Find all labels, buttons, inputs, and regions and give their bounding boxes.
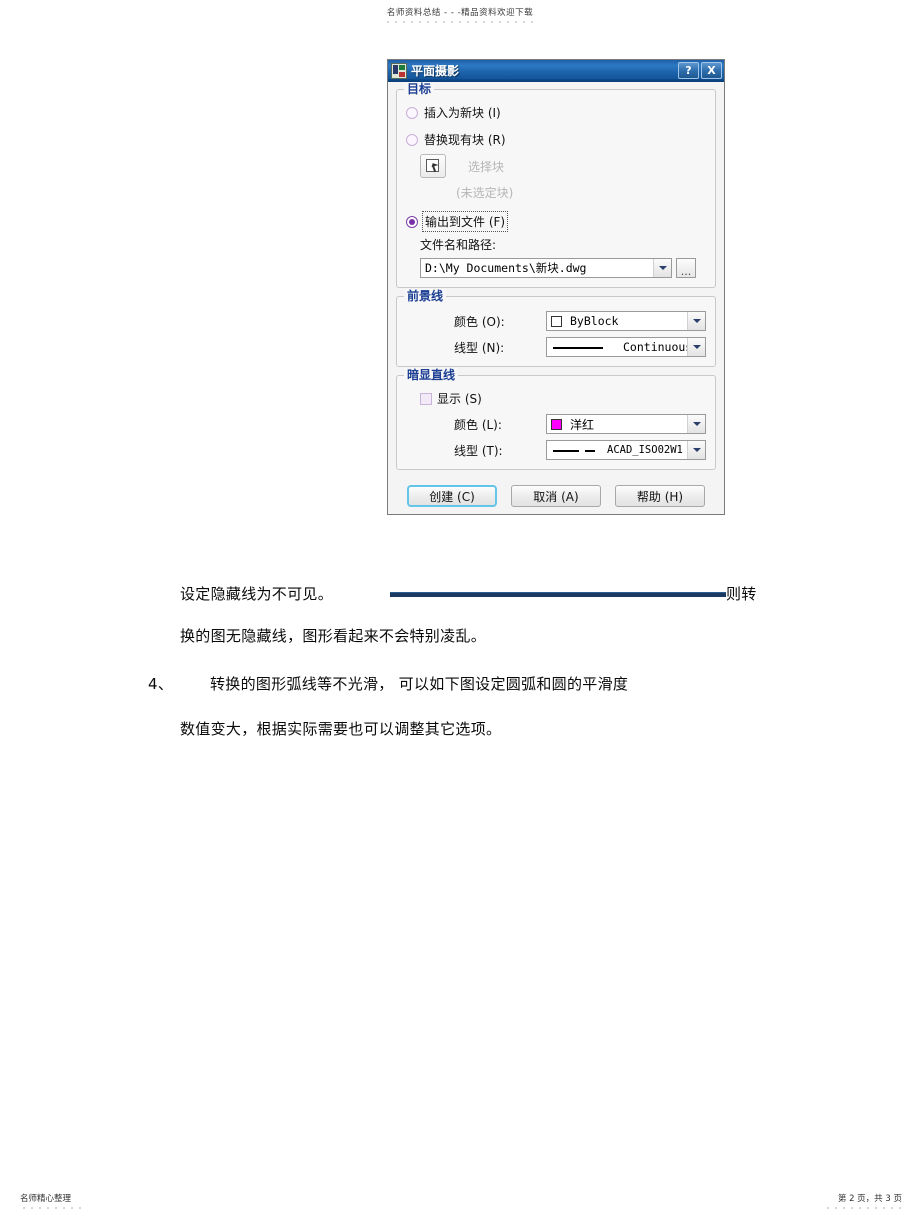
radio-icon-export-to-file[interactable] (406, 215, 418, 228)
body-line-2: 换的图无隐藏线，图形看起来不会特别凌乱。 (180, 627, 487, 645)
chevron-down-icon-obscured-linetype[interactable] (687, 441, 705, 459)
radio-label-insert-as-new-block: 插入为新块 (I) (424, 106, 501, 120)
filename-row: D:\My Documents\新块.dwg ... (420, 258, 706, 278)
body-line-1-tail: 则转 (726, 585, 757, 603)
obscured-show-row[interactable]: 显示 (S) (420, 390, 706, 407)
create-button[interactable]: 创建 (C) (407, 485, 497, 507)
obscured-linetype-row: 线型 (T): ACAD_ISO02W1 (406, 440, 706, 460)
radio-replace-existing-block[interactable]: 替换现有块 (R) (406, 131, 706, 148)
list-item-4-line-1: 转换的图形弧线等不光滑， 可以如下图设定圆弧和圆的平滑度 (210, 675, 629, 693)
obscured-color-label: 颜色 (L): (454, 417, 502, 432)
obscured-linetype-combo[interactable]: ACAD_ISO02W1 (546, 440, 706, 460)
page-header: 名师资料总结 - - -精品资料欢迎下载 (0, 6, 920, 24)
page-footer-left-text: 名师精心整理 (20, 1194, 72, 1204)
linetype-sample-continuous-icon (553, 342, 615, 352)
foreground-lines-group-label: 前景线 (404, 289, 447, 303)
help-button[interactable]: ? (678, 62, 699, 79)
navy-horizontal-rule (390, 592, 726, 597)
obscured-linetype-value: ACAD_ISO02W1 (607, 444, 683, 456)
radio-insert-as-new-block[interactable]: 插入为新块 (I) (406, 104, 706, 121)
foreground-linetype-label: 线型 (N): (454, 340, 505, 355)
no-block-selected-row: (未选定块) (456, 184, 706, 201)
chevron-down-icon-foreground-linetype[interactable] (687, 338, 705, 356)
page-header-dotted-rule (385, 20, 535, 24)
radio-label-replace-existing-block: 替换现有块 (R) (424, 133, 506, 147)
chevron-down-icon-foreground-color[interactable] (687, 312, 705, 330)
chevron-down-icon-filename[interactable] (653, 259, 671, 277)
obscured-color-row: 颜色 (L): 洋红 (406, 414, 706, 434)
filename-input[interactable]: D:\My Documents\新块.dwg (421, 260, 653, 276)
color-swatch-icon-foreground (551, 315, 562, 327)
select-block-label: 选择块 (468, 159, 505, 174)
linetype-sample-dashed-icon (553, 445, 599, 455)
dialog-button-row: 创建 (C) 取消 (A) 帮助 (H) (388, 480, 724, 514)
foreground-linetype-combo[interactable]: Continuous (546, 337, 706, 357)
destination-group-label: 目标 (404, 82, 435, 96)
radio-label-export-to-file: 输出到文件 (F) (421, 211, 509, 232)
radio-icon-insert-as-new-block[interactable] (406, 106, 418, 119)
obscured-color-combo[interactable]: 洋红 (546, 414, 706, 434)
obscured-lines-group: 暗显直线 显示 (S) 颜色 (L): 洋红 线型 (T): ACAD_ISO0… (396, 368, 716, 470)
close-button[interactable]: X (701, 62, 722, 79)
dialog-titlebar[interactable]: 平面摄影 ? X (388, 60, 724, 82)
page-number-text: 第 2 页，共 3 页 (837, 1194, 902, 1204)
obscured-color-value: 洋红 (570, 417, 595, 432)
page-header-text: 名师资料总结 - - -精品资料欢迎下载 (386, 8, 534, 18)
color-swatch-icon-obscured (551, 418, 562, 430)
foreground-color-value: ByBlock (570, 314, 619, 328)
radio-icon-replace-existing-block[interactable] (406, 133, 418, 146)
page-footer-right: 第 2 页，共 3 页 (824, 1192, 902, 1210)
foreground-linetype-row: 线型 (N): Continuous (406, 337, 706, 357)
list-item-4-number: 4、 (148, 675, 174, 693)
titlebar-buttons: ? X (678, 62, 722, 79)
page-footer-left: 名师精心整理 (20, 1192, 82, 1210)
chevron-down-icon-obscured-color[interactable] (687, 415, 705, 433)
select-block-row: 选择块 (420, 154, 706, 178)
select-block-button (420, 154, 446, 178)
checkbox-icon-show-obscured[interactable] (420, 392, 432, 405)
destination-group: 目标 插入为新块 (I) 替换现有块 (R) 选择块 (未选定块) 输出到文件 … (396, 82, 716, 288)
cancel-button[interactable]: 取消 (A) (511, 485, 601, 507)
obscured-linetype-label: 线型 (T): (454, 443, 503, 458)
radio-export-to-file[interactable]: 输出到文件 (F) (406, 211, 706, 232)
dialog-body: 目标 插入为新块 (I) 替换现有块 (R) 选择块 (未选定块) 输出到文件 … (388, 82, 724, 480)
browse-button[interactable]: ... (676, 258, 696, 278)
flatshot-dialog: 平面摄影 ? X 目标 插入为新块 (I) 替换现有块 (R) 选择块 (未选定… (387, 59, 725, 515)
flatshot-icon (391, 63, 407, 79)
obscured-lines-group-label: 暗显直线 (404, 368, 459, 382)
filename-label: 文件名和路径: (420, 238, 497, 252)
foreground-color-row: 颜色 (O): ByBlock (406, 311, 706, 331)
no-block-selected-text: (未选定块) (456, 186, 514, 200)
list-item-4-line-2: 数值变大，根据实际需要也可以调整其它选项。 (180, 720, 502, 738)
page-footer-left-dots (20, 1206, 82, 1210)
obscured-show-label: 显示 (S) (437, 392, 482, 406)
filename-label-row: 文件名和路径: (420, 236, 706, 253)
foreground-linetype-value: Continuous (623, 340, 687, 354)
page-footer-right-dots (824, 1206, 902, 1210)
foreground-color-label: 颜色 (O): (454, 314, 505, 329)
foreground-color-combo[interactable]: ByBlock (546, 311, 706, 331)
filename-combo[interactable]: D:\My Documents\新块.dwg (420, 258, 672, 278)
body-line-1: 设定隐藏线为不可见。 (180, 585, 334, 603)
dialog-title: 平面摄影 (411, 63, 460, 78)
foreground-lines-group: 前景线 颜色 (O): ByBlock 线型 (N): Continuous (396, 289, 716, 367)
help-dialog-button[interactable]: 帮助 (H) (615, 485, 705, 507)
